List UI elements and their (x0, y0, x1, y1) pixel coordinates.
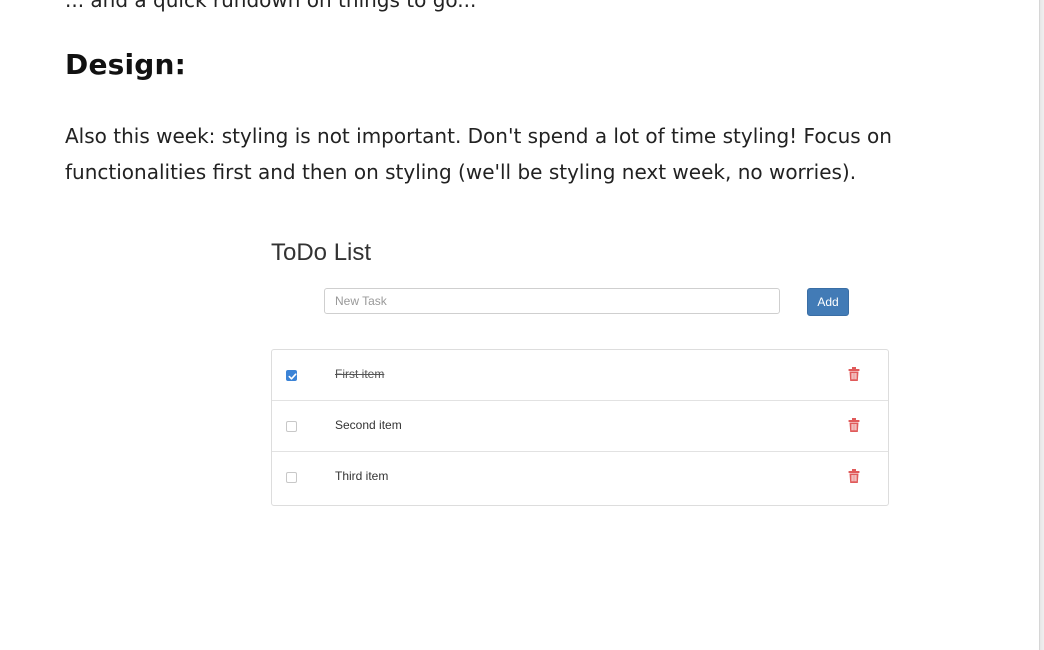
todo-list: First item Second item Third item (271, 349, 889, 506)
list-item: Third item (272, 452, 888, 503)
item-checkbox[interactable] (286, 472, 297, 483)
page-edge-divider (1039, 0, 1044, 650)
new-task-input[interactable] (324, 288, 780, 314)
trash-icon[interactable] (848, 469, 860, 483)
trash-icon[interactable] (848, 418, 860, 432)
item-checkbox[interactable] (286, 370, 297, 381)
checkmark-icon (288, 373, 297, 380)
paragraph: Also this week: styling is not important… (65, 124, 892, 184)
todo-app-screenshot: ToDo List Add First item (260, 225, 900, 520)
item-label: First item (335, 367, 385, 381)
add-button[interactable]: Add (807, 288, 849, 316)
item-checkbox[interactable] (286, 421, 297, 432)
list-item: Second item (272, 401, 888, 452)
todo-title: ToDo List (271, 239, 372, 266)
list-item: First item (272, 350, 888, 401)
cut-off-text-line: ... and a quick rundown on things to go.… (65, 0, 477, 12)
item-label: Second item (335, 418, 402, 432)
page: ... and a quick rundown on things to go.… (0, 0, 1044, 650)
trash-icon[interactable] (848, 367, 860, 381)
section-heading: Design: (65, 48, 187, 81)
item-label: Third item (335, 469, 389, 483)
